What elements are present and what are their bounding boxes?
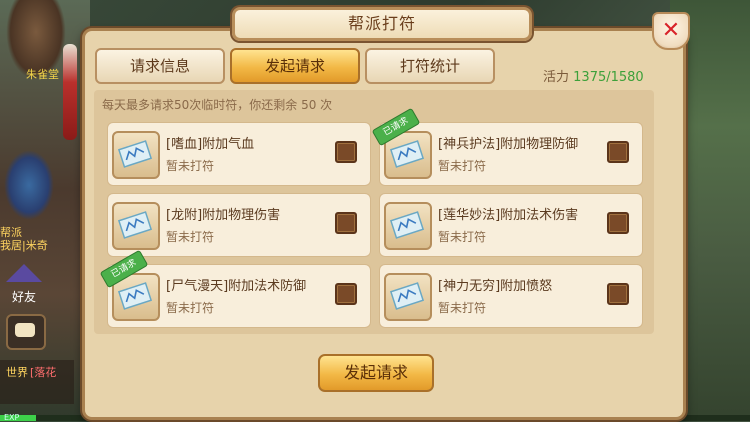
- talisman-status: 暂未打符: [166, 159, 215, 173]
- talisman-name: [龙附]附加物理伤害: [166, 208, 281, 223]
- close-icon: ✕: [661, 18, 681, 43]
- talisman-status: 暂未打符: [438, 301, 487, 315]
- tab-request-info[interactable]: 请求信息: [95, 48, 225, 84]
- talisman-card[interactable]: [莲华妙法]附加法术伤害 暂未打符: [379, 193, 643, 257]
- talisman-card[interactable]: [神力无穷]附加愤怒 暂未打符: [379, 264, 643, 328]
- tab-talisman-stats[interactable]: 打符统计: [365, 48, 495, 84]
- talisman-name: [嗜血]附加气血: [166, 137, 255, 152]
- submit-request-button[interactable]: 发起请求: [318, 354, 434, 392]
- talisman-icon: [384, 273, 432, 321]
- chat-button[interactable]: [6, 314, 46, 350]
- request-limit-tip: 每天最多请求50次临时符，你还剩余 50 次: [102, 98, 333, 112]
- chat-bubble-icon: [15, 323, 35, 337]
- talisman-status: 暂未打符: [166, 230, 215, 244]
- friend-label: 好友: [12, 290, 37, 304]
- tassel-ornament: [63, 44, 77, 140]
- world-message: [落花: [30, 366, 57, 379]
- guild-line-2: 我居|米奇: [0, 239, 48, 252]
- talisman-status: 暂未打符: [438, 230, 487, 244]
- player-character: [4, 150, 54, 220]
- talisman-name: [神力无穷]附加愤怒: [438, 279, 553, 294]
- talisman-name: [莲华妙法]附加法术伤害: [438, 208, 579, 223]
- talisman-card[interactable]: [嗜血]附加气血 暂未打符: [107, 122, 371, 186]
- world-channel-label: 世界: [6, 366, 28, 379]
- guild-line-1: 帮派: [0, 226, 22, 239]
- talisman-checkbox[interactable]: [335, 283, 357, 305]
- talisman-icon: [112, 131, 160, 179]
- talisman-checkbox[interactable]: [607, 283, 629, 305]
- talisman-checkbox[interactable]: [607, 212, 629, 234]
- vitality-display: 活力 1375/1580: [543, 66, 644, 85]
- close-button[interactable]: ✕: [652, 12, 690, 50]
- talisman-card[interactable]: 已请求 [神兵护法]附加物理防御 暂未打符: [372, 109, 643, 186]
- talisman-checkbox[interactable]: [335, 141, 357, 163]
- talisman-name: [神兵护法]附加物理防御: [438, 137, 579, 152]
- talisman-checkbox[interactable]: [607, 141, 629, 163]
- talisman-card[interactable]: [龙附]附加物理伤害 暂未打符: [107, 193, 371, 257]
- talisman-checkbox[interactable]: [335, 212, 357, 234]
- talisman-card[interactable]: 已请求 [尸气漫天]附加法术防御 暂未打符: [100, 251, 371, 328]
- talisman-icon: [384, 202, 432, 250]
- world-chat[interactable]: 世界 [落花: [0, 360, 74, 404]
- talisman-status: 暂未打符: [166, 301, 215, 315]
- talisman-icon: [112, 202, 160, 250]
- talisman-status: 暂未打符: [438, 159, 487, 173]
- npc-name: 朱雀堂: [26, 68, 59, 81]
- hat-icon: [6, 264, 42, 282]
- vitality-value: 1375/1580: [573, 70, 644, 85]
- talisman-name: [尸气漫天]附加法术防御: [166, 279, 307, 294]
- tab-initiate-request[interactable]: 发起请求: [230, 48, 360, 84]
- guild-label: 帮派 我居|米奇: [0, 226, 48, 252]
- friend-button[interactable]: 好友: [0, 262, 52, 308]
- panel-title-plate: 帮派打符: [232, 7, 532, 41]
- vitality-label: 活力: [543, 70, 570, 85]
- panel-title: 帮派打符: [347, 14, 416, 33]
